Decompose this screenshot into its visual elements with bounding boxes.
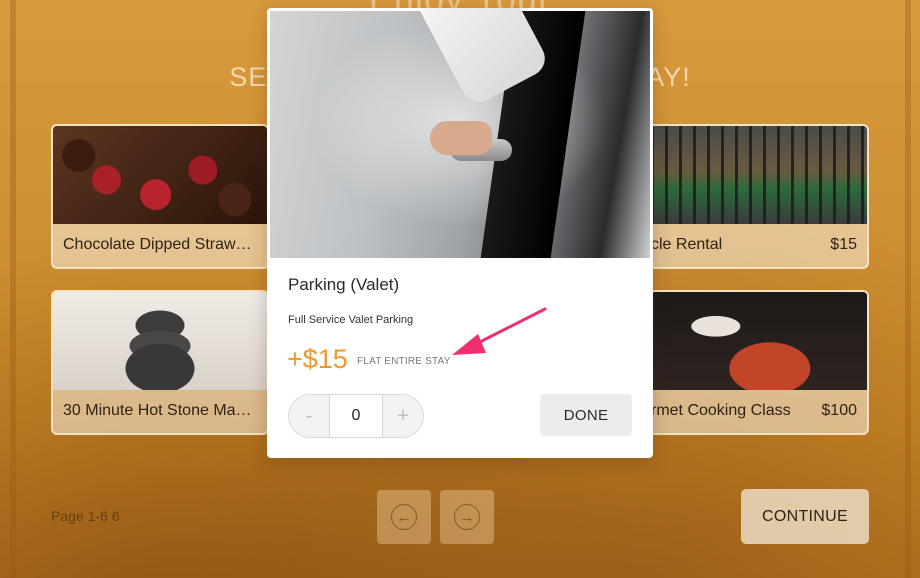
increment-button[interactable]: +: [383, 395, 423, 437]
continue-button[interactable]: CONTINUE: [741, 489, 869, 544]
valet-car-door-image: [270, 8, 650, 258]
perk-card-price: $100: [821, 402, 857, 419]
perk-detail-modal: Parking (Valet) Full Service Valet Parki…: [267, 8, 653, 458]
page-info: Page 1-6 6: [51, 508, 120, 524]
decrement-button[interactable]: -: [289, 395, 329, 437]
modal-price-unit: FLAT ENTIRE STAY: [357, 356, 451, 367]
perk-card-cooking-class[interactable]: rmet Cooking Class $100: [649, 290, 869, 435]
perk-card-hot-stone-massage[interactable]: 30 Minute Hot Stone Mas…: [51, 290, 269, 435]
perk-card-label: rmet Cooking Class: [651, 402, 791, 419]
hand-shape: [430, 121, 492, 155]
next-page-button[interactable]: →: [440, 490, 494, 544]
modal-description: Full Service Valet Parking: [288, 314, 414, 326]
perk-card-label: 30 Minute Hot Stone Mas…: [63, 402, 257, 419]
prev-page-button[interactable]: ←: [377, 490, 431, 544]
arrow-left-circle-icon: ←: [391, 504, 417, 530]
perk-card-price: $15: [830, 236, 857, 253]
bicycles-image: [651, 126, 867, 224]
quantity-stepper: - 0 +: [288, 394, 424, 438]
quantity-value[interactable]: 0: [329, 395, 383, 437]
hot-stones-image: [53, 292, 267, 390]
perk-card-chocolate-strawberries[interactable]: Chocolate Dipped Straw…: [51, 124, 269, 269]
cooking-image: [651, 292, 867, 390]
perk-card-label: Chocolate Dipped Straw…: [63, 236, 252, 253]
done-button[interactable]: DONE: [540, 394, 632, 436]
modal-title: Parking (Valet): [288, 275, 400, 294]
modal-price: +$15: [287, 344, 348, 374]
arrow-right-circle-icon: →: [454, 504, 480, 530]
chocolate-strawberries-image: [53, 126, 267, 224]
perk-card-label: cle Rental: [651, 236, 723, 253]
perk-card-bicycle-rental[interactable]: cle Rental $15: [649, 124, 869, 269]
